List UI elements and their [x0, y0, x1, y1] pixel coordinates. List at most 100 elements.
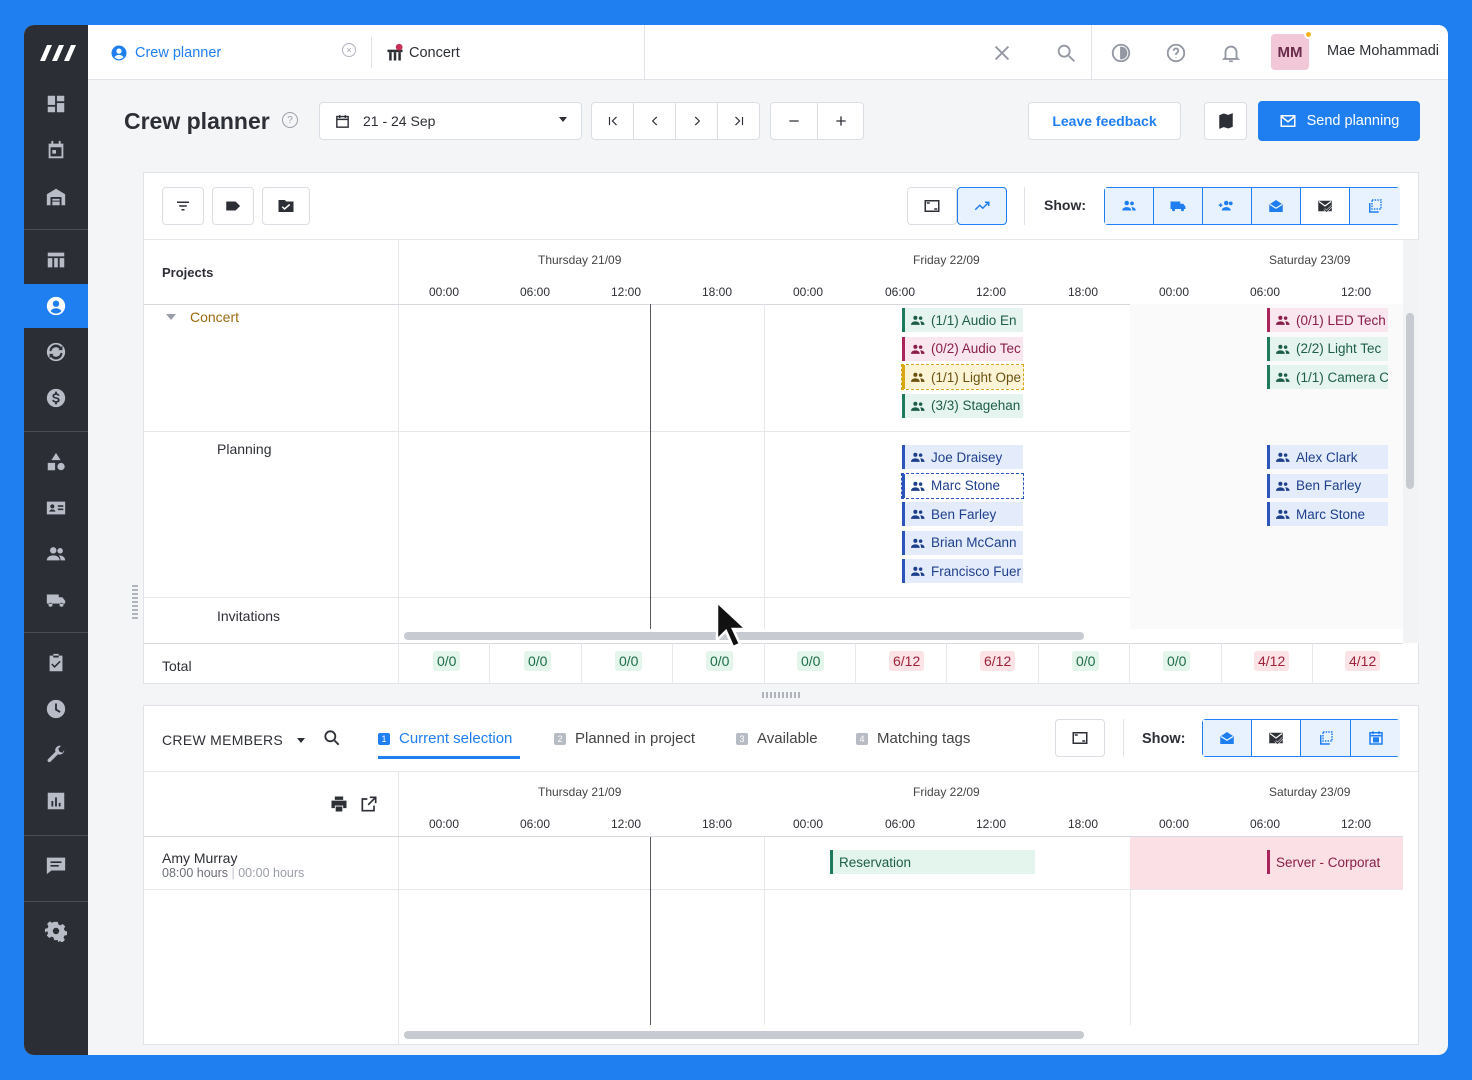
timer-icon[interactable]: [1107, 39, 1135, 67]
table-icon[interactable]: [24, 238, 88, 282]
function-label: (3/3) Stagehan: [931, 398, 1021, 413]
tab-concert[interactable]: Concert: [385, 25, 645, 80]
search-icon[interactable]: [1052, 39, 1080, 67]
truck-icon[interactable]: [24, 578, 88, 622]
crew-show-calendar-toggle[interactable]: [1351, 720, 1400, 756]
leave-feedback-button[interactable]: Leave feedback: [1028, 102, 1181, 140]
crew-assignment-chip[interactable]: Alex Clark: [1267, 445, 1388, 469]
next-icon[interactable]: [676, 103, 718, 139]
crew-horizontal-scrollbar[interactable]: [404, 1031, 1084, 1039]
clock-icon[interactable]: [24, 687, 88, 731]
zoom-in-icon[interactable]: [818, 103, 864, 139]
map-button[interactable]: [1204, 102, 1247, 140]
now-indicator-line: [650, 837, 651, 1025]
calendar-icon[interactable]: [24, 128, 88, 172]
function-chip[interactable]: (0/1) LED Tech: [1267, 308, 1388, 332]
report-icon[interactable]: [24, 779, 88, 823]
search-icon[interactable]: [322, 728, 344, 750]
sync-icon[interactable]: [24, 330, 88, 374]
server-booking-label: Server - Corporat: [1276, 854, 1381, 870]
function-chip[interactable]: (1/1) Audio En: [902, 308, 1023, 332]
function-chip[interactable]: (1/1) Light Ope: [901, 364, 1024, 390]
app-window: Crew planner × Concert MM Mae Mohammadi …: [24, 25, 1448, 1055]
hour-tick: 18:00: [702, 285, 733, 299]
reservation-booking[interactable]: Reservation: [830, 850, 1035, 874]
fullscreen-button[interactable]: [907, 187, 957, 225]
project-row-concert[interactable]: Concert: [166, 309, 239, 325]
crew-assignment-chip[interactable]: Joe Draisey: [902, 445, 1023, 469]
crew-assignment-chip[interactable]: Brian McCann: [902, 530, 1023, 555]
crew-members-dropdown[interactable]: CREW MEMBERS: [162, 732, 306, 748]
help-icon[interactable]: [1162, 39, 1190, 67]
crew-name: Ben Farley: [1296, 478, 1362, 493]
crew-show-confirmed-toggle[interactable]: [1252, 720, 1301, 756]
warehouse-icon[interactable]: [24, 175, 88, 219]
close-icon[interactable]: [988, 39, 1016, 67]
total-cell-divider: [398, 643, 399, 684]
show-vehicles-toggle[interactable]: [1154, 188, 1203, 224]
show-copies-toggle[interactable]: [1350, 188, 1400, 224]
function-chip[interactable]: (3/3) Stagehan: [902, 393, 1023, 418]
dollar-icon[interactable]: [24, 376, 88, 420]
show-crew-toggle[interactable]: [1105, 188, 1154, 224]
crew-assignment-chip[interactable]: Marc Stone: [901, 472, 1024, 499]
crew-fullscreen-button[interactable]: [1055, 719, 1105, 757]
side-resize-handle[interactable]: [132, 585, 138, 619]
chart-toggle-button[interactable]: [957, 187, 1007, 225]
panel-resize-handle[interactable]: [762, 692, 800, 698]
settings-icon[interactable]: [24, 909, 88, 953]
user-name[interactable]: Mae Mohammadi: [1327, 43, 1439, 59]
show-invitations-toggle[interactable]: [1252, 188, 1301, 224]
tab-concert-label: Concert: [409, 44, 460, 61]
external-link-icon[interactable]: [359, 794, 379, 819]
crew-show-copies-toggle[interactable]: [1301, 720, 1351, 756]
planning-row-label: Planning: [217, 441, 272, 457]
total-row-label: Total: [162, 658, 192, 674]
crew-planner-icon[interactable]: [24, 284, 88, 328]
tab-crew-planner-label: Crew planner: [135, 44, 222, 61]
tab-crew-planner[interactable]: Crew planner ×: [110, 25, 360, 80]
first-page-icon[interactable]: [592, 103, 634, 139]
crew-tab-4[interactable]: 4 Matching tags: [856, 730, 970, 747]
help-icon[interactable]: ?: [282, 112, 298, 128]
date-range-picker[interactable]: 21 - 24 Sep: [319, 102, 582, 140]
print-icon[interactable]: [329, 794, 349, 819]
avatar[interactable]: MM: [1271, 34, 1309, 70]
people-icon[interactable]: [24, 532, 88, 576]
previous-icon[interactable]: [634, 103, 676, 139]
dashboard-icon[interactable]: [24, 82, 88, 126]
function-chip[interactable]: (0/2) Audio Tec: [902, 336, 1023, 361]
hour-tick: 00:00: [1159, 817, 1190, 831]
copy-icon: [1369, 199, 1382, 213]
server-booking[interactable]: Server - Corporat: [1267, 850, 1387, 874]
total-cell-divider: [1037, 643, 1039, 684]
wrench-icon[interactable]: [24, 733, 88, 777]
crew-assignment-chip[interactable]: Marc Stone: [1267, 502, 1388, 526]
checklist-icon[interactable]: [24, 641, 88, 685]
crew-tab-3[interactable]: 3 Available: [736, 730, 818, 747]
crew-tab-1[interactable]: 1 Current selection: [378, 730, 512, 747]
tag-button[interactable]: [212, 187, 254, 225]
show-add-crew-toggle[interactable]: [1203, 188, 1252, 224]
crew-tab-2[interactable]: 2 Planned in project: [554, 730, 695, 747]
last-page-icon[interactable]: [718, 103, 760, 139]
folder-check-button[interactable]: [262, 187, 310, 225]
crew-assignment-chip[interactable]: Francisco Fuer: [902, 559, 1023, 583]
shapes-icon[interactable]: [24, 440, 88, 484]
show-confirmed-toggle[interactable]: [1301, 188, 1350, 224]
message-icon[interactable]: [24, 843, 88, 887]
filter-button[interactable]: [162, 187, 204, 225]
vertical-scrollbar[interactable]: [1406, 313, 1414, 489]
crew-assignment-chip[interactable]: Ben Farley: [902, 502, 1023, 526]
app-logo[interactable]: [24, 25, 88, 80]
bell-icon[interactable]: [1217, 39, 1245, 67]
function-chip[interactable]: (1/1) Camera C: [1267, 365, 1388, 389]
crew-assignment-chip[interactable]: Ben Farley: [1267, 473, 1388, 498]
crew-show-invitations-toggle[interactable]: [1203, 720, 1252, 756]
close-tab-icon[interactable]: ×: [342, 43, 356, 57]
send-planning-button[interactable]: Send planning: [1258, 101, 1420, 141]
crew-member-row[interactable]: Amy Murray 08:00 hours | 00:00 hours: [162, 850, 304, 880]
function-chip[interactable]: (2/2) Light Tec: [1267, 336, 1388, 361]
id-card-icon[interactable]: [24, 486, 88, 530]
zoom-out-icon[interactable]: [771, 103, 818, 139]
